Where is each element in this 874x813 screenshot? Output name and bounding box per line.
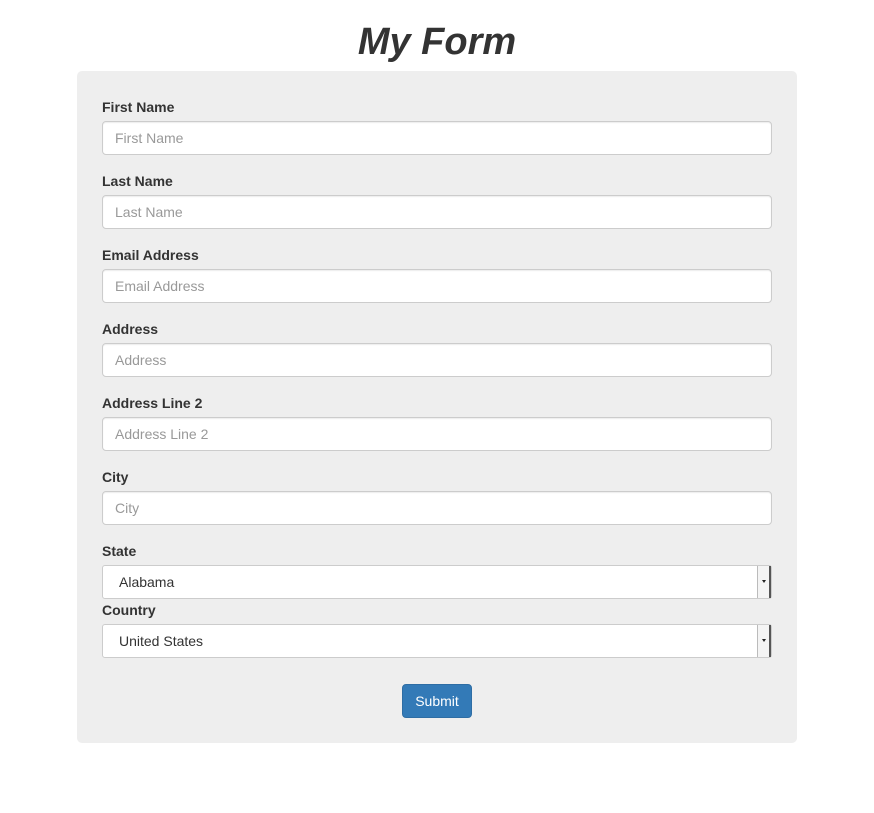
city-input[interactable] — [102, 491, 772, 525]
submit-button[interactable]: Submit — [402, 684, 472, 718]
page-title: My Form — [357, 21, 517, 63]
address-label: Address — [102, 321, 159, 337]
address-line-2-label: Address Line 2 — [102, 395, 203, 411]
city-label: City — [102, 469, 129, 485]
country-select[interactable]: United States — [102, 624, 772, 658]
country-selected-value: United States — [119, 633, 204, 649]
form-panel: First Name Last Name Email Address Addre… — [77, 71, 797, 743]
state-selected-value: Alabama — [119, 574, 175, 590]
chevron-down-icon[interactable] — [757, 625, 771, 657]
last-name-input[interactable] — [102, 195, 772, 229]
email-address-input[interactable] — [102, 269, 772, 303]
address-input[interactable] — [102, 343, 772, 377]
last-name-label: Last Name — [102, 173, 173, 189]
first-name-label: First Name — [102, 99, 175, 115]
state-label: State — [102, 543, 137, 559]
state-select[interactable]: Alabama — [102, 565, 772, 599]
email-address-label: Email Address — [102, 247, 199, 263]
country-label: Country — [102, 602, 156, 618]
address-line-2-input[interactable] — [102, 417, 772, 451]
first-name-input[interactable] — [102, 121, 772, 155]
chevron-down-icon[interactable] — [757, 566, 771, 598]
